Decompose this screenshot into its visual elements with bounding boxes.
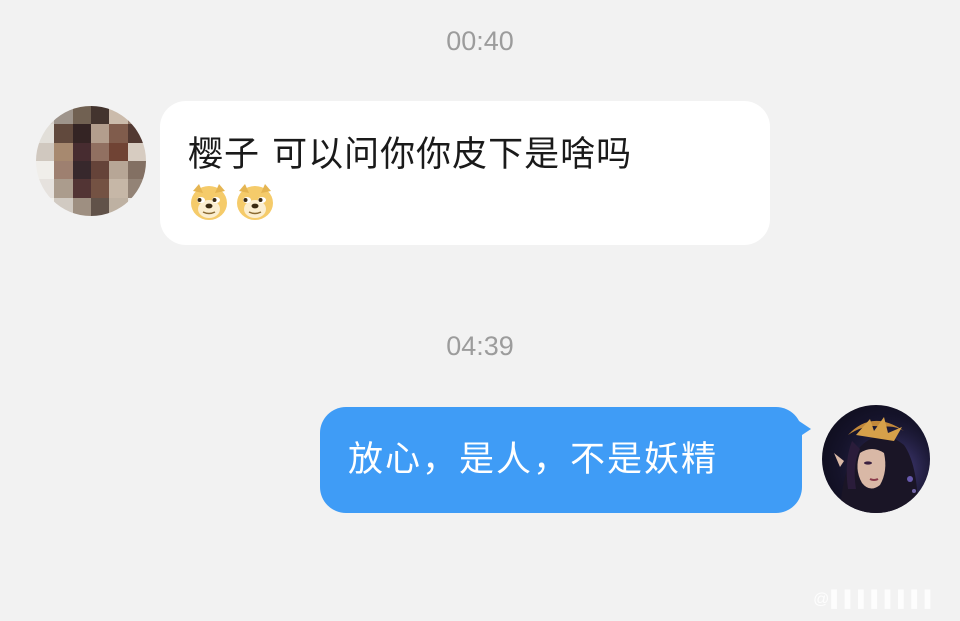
- avatar-pixel: [91, 197, 110, 216]
- avatar-pixel: [54, 179, 73, 198]
- doge-emoji-icon: [234, 181, 276, 223]
- avatar-pixel: [36, 124, 55, 143]
- timestamp-2: 04:39: [446, 331, 514, 361]
- avatar-pixel: [72, 106, 91, 125]
- avatar-pixel: [109, 161, 128, 180]
- avatar-pixel: [91, 106, 110, 125]
- outgoing-message-text: 放心，是人，不是妖精: [348, 440, 719, 480]
- avatar-pixel: [127, 179, 146, 198]
- avatar-pixel: [54, 106, 73, 125]
- doge-emoji-icon: [188, 181, 230, 223]
- bubble-tail: [799, 421, 811, 437]
- avatar-pixel: [91, 161, 110, 180]
- avatar-pixel: [36, 197, 55, 216]
- avatar-pixel: [36, 142, 55, 161]
- incoming-message-bubble[interactable]: 樱子 可以问你你皮下是啥吗: [160, 101, 770, 245]
- avatar-pixel: [36, 179, 55, 198]
- avatar-pixel: [36, 161, 55, 180]
- avatar-pixel: [54, 197, 73, 216]
- avatar-pixel: [109, 197, 128, 216]
- avatar-pixel: [127, 142, 146, 161]
- avatar-pixel: [91, 124, 110, 143]
- avatar-pixel: [72, 161, 91, 180]
- avatar-pixel: [91, 179, 110, 198]
- sender-avatar[interactable]: [36, 106, 146, 216]
- avatar-pixel: [127, 106, 146, 125]
- avatar-pixel: [109, 179, 128, 198]
- avatar-pixel: [109, 124, 128, 143]
- incoming-message-text: 樱子 可以问你你皮下是啥吗: [188, 135, 633, 175]
- character-portrait-icon: [822, 405, 930, 513]
- emoji-row: [188, 181, 742, 223]
- avatar-pixel: [127, 124, 146, 143]
- avatar-pixel: [72, 142, 91, 161]
- avatar-pixel: [54, 161, 73, 180]
- avatar-pixel: [91, 142, 110, 161]
- avatar-pixel: [127, 161, 146, 180]
- avatar-pixel: [36, 106, 55, 125]
- avatar-pixel: [72, 124, 91, 143]
- avatar-pixel: [109, 142, 128, 161]
- watermark: @▌▌▌▌▌▌▌▌: [813, 591, 938, 608]
- avatar-pixel: [72, 197, 91, 216]
- timestamp-1: 00:40: [446, 26, 514, 56]
- avatar-pixel: [109, 106, 128, 125]
- avatar-pixel: [54, 142, 73, 161]
- avatar-pixel: [127, 197, 146, 216]
- avatar-pixel: [72, 179, 91, 198]
- my-avatar[interactable]: [822, 405, 930, 513]
- avatar-pixel: [54, 124, 73, 143]
- outgoing-message-bubble[interactable]: 放心，是人，不是妖精: [320, 407, 811, 513]
